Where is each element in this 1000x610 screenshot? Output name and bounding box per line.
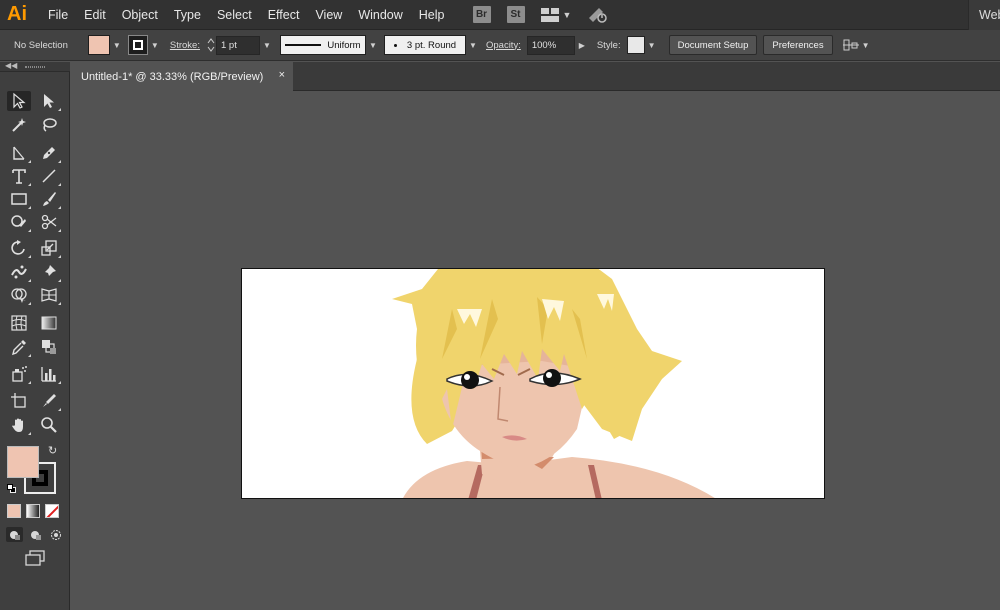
stroke-weight-input[interactable]: 1 pt	[215, 35, 260, 55]
pin-icon[interactable]	[37, 262, 61, 282]
document-tab-title: Untitled-1* @ 33.33% (RGB/Preview)	[81, 70, 264, 83]
direct-selection-tool-icon[interactable]	[37, 91, 61, 111]
brush-definition[interactable]: 3 pt. Round	[383, 35, 466, 55]
stroke-dropdown-icon[interactable]: ▼	[148, 41, 162, 50]
variable-width-profile[interactable]: Uniform	[279, 35, 366, 55]
scissors-icon[interactable]	[37, 212, 61, 232]
stroke-weight-stepper-icon[interactable]	[206, 35, 216, 55]
symbol-sprayer-icon[interactable]	[7, 364, 31, 384]
pen-tool-icon[interactable]	[7, 143, 31, 163]
canvas[interactable]	[71, 91, 1000, 610]
menu-object[interactable]: Object	[114, 0, 166, 30]
stroke-weight-dropdown-icon[interactable]: ▼	[260, 41, 274, 50]
default-fill-stroke-icon[interactable]	[7, 484, 16, 493]
brush-dot-icon	[393, 43, 397, 47]
fill-swatch[interactable]	[7, 446, 39, 478]
menu-bar: Ai File Edit Object Type Select Effect V…	[0, 0, 1000, 30]
stock-button[interactable]: St	[506, 6, 525, 23]
bridge-button[interactable]: Br	[472, 6, 491, 23]
magic-wand-icon[interactable]	[7, 115, 31, 135]
style-label: Style:	[596, 39, 621, 51]
eyedropper-icon[interactable]	[7, 337, 31, 357]
artboard[interactable]	[241, 268, 825, 499]
rotate-tool-icon[interactable]	[7, 238, 31, 258]
opacity-input[interactable]: 100%	[526, 35, 575, 55]
workspace-switcher[interactable]: Web	[968, 0, 1000, 30]
slice-tool-icon[interactable]	[37, 391, 61, 411]
mesh-tool-icon[interactable]	[7, 313, 31, 333]
shape-builder-icon[interactable]	[7, 285, 31, 305]
gradient-tool-icon[interactable]	[37, 313, 61, 333]
brush-label: 3 pt. Round	[406, 39, 457, 51]
menu-edit[interactable]: Edit	[76, 0, 114, 30]
panel-grip[interactable]	[25, 66, 45, 68]
selection-status: No Selection	[14, 39, 68, 51]
stroke-line-preview	[285, 44, 322, 46]
control-bar: No Selection ▼ ▼ Stroke: 1 pt ▼ Uniform …	[0, 30, 1000, 61]
menu-effect[interactable]: Effect	[260, 0, 308, 30]
type-tool-icon[interactable]	[7, 166, 31, 186]
rectangle-tool-icon[interactable]	[7, 189, 31, 209]
style-dropdown-icon[interactable]: ▼	[645, 41, 659, 50]
none-mode-button[interactable]	[45, 504, 59, 518]
scale-tool-icon[interactable]	[37, 238, 61, 258]
control-bar-menu-icon[interactable]: ▼	[859, 41, 873, 50]
arrange-documents-button[interactable]: ▼	[540, 7, 572, 22]
perspective-grid-icon[interactable]	[37, 285, 61, 305]
opacity-label[interactable]: Opacity:	[486, 40, 521, 51]
hand-tool-icon[interactable]	[7, 415, 31, 435]
swap-fill-stroke-icon[interactable]: ↻	[48, 444, 57, 457]
opacity-arrow-icon[interactable]: ▶	[575, 41, 589, 50]
artboard-tool-icon[interactable]	[7, 391, 31, 411]
screen-mode-icon[interactable]	[24, 550, 46, 566]
menu-view[interactable]: View	[307, 0, 350, 30]
anime-girl-illustration	[392, 269, 715, 498]
align-panel-icon[interactable]	[842, 37, 859, 53]
preferences-button[interactable]: Preferences	[763, 35, 833, 55]
document-setup-button[interactable]: Document Setup	[668, 35, 758, 55]
draw-inside-icon[interactable]	[47, 527, 64, 542]
stroke-label[interactable]: Stroke:	[170, 40, 200, 51]
paintbrush-icon[interactable]	[37, 189, 61, 209]
document-tab[interactable]: Untitled-1* @ 33.33% (RGB/Preview) ×	[71, 62, 293, 91]
curvature-tool-icon[interactable]	[37, 143, 61, 163]
draw-normal-icon[interactable]	[6, 527, 23, 542]
column-graph-icon[interactable]	[37, 364, 61, 384]
lasso-icon[interactable]	[37, 115, 61, 135]
line-segment-icon[interactable]	[37, 166, 61, 186]
gpu-performance-icon[interactable]	[587, 6, 609, 24]
stroke-color-swatch[interactable]	[127, 35, 148, 55]
brush-dropdown-icon[interactable]: ▼	[466, 41, 480, 50]
zoom-tool-icon[interactable]	[37, 415, 61, 435]
stroke-profile-label: Uniform	[327, 39, 361, 51]
gradient-mode-button[interactable]	[26, 504, 40, 518]
chevron-down-icon: ▼	[562, 9, 572, 20]
arrange-documents-icon	[540, 7, 559, 22]
blend-tool-icon[interactable]	[37, 337, 61, 357]
menu-select[interactable]: Select	[209, 0, 260, 30]
fill-color-swatch[interactable]	[87, 35, 110, 55]
graphic-style-swatch[interactable]	[626, 36, 645, 54]
draw-behind-icon[interactable]	[27, 527, 44, 542]
menu-type[interactable]: Type	[166, 0, 209, 30]
fill-dropdown-icon[interactable]: ▼	[110, 41, 124, 50]
shaper-tool-icon[interactable]	[7, 212, 31, 232]
selection-tool-icon[interactable]	[7, 91, 31, 111]
close-tab-icon[interactable]: ×	[279, 69, 285, 81]
document-tab-strip: Untitled-1* @ 33.33% (RGB/Preview) ×	[71, 62, 1000, 91]
tools-panel: ↻	[0, 72, 70, 610]
collapse-icon[interactable]: ◀◀	[5, 61, 17, 70]
tools-panel-header[interactable]: ◀◀	[0, 61, 70, 72]
profile-dropdown-icon[interactable]: ▼	[366, 41, 380, 50]
app-logo: Ai	[7, 3, 27, 25]
menu-file[interactable]: File	[40, 0, 76, 30]
color-mode-button[interactable]	[7, 504, 21, 518]
menu-help[interactable]: Help	[411, 0, 453, 30]
menu-window[interactable]: Window	[350, 0, 410, 30]
puppet-warp-icon[interactable]	[7, 262, 31, 282]
